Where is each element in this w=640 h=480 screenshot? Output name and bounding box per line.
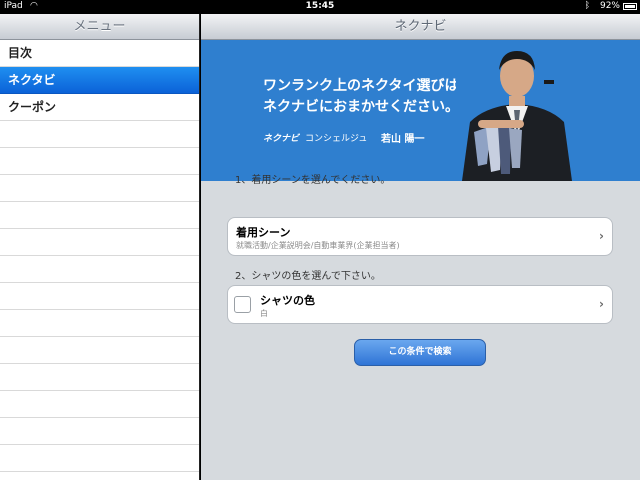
menu-empty-row — [0, 283, 199, 310]
search-button[interactable]: この条件で検索 — [354, 339, 486, 366]
menu-empty-row — [0, 418, 199, 445]
menu-empty-row — [0, 256, 199, 283]
menu-empty-row — [0, 364, 199, 391]
menu-empty-row — [0, 202, 199, 229]
concierge-role: コンシェルジュ — [305, 134, 368, 144]
menu-empty-row — [0, 310, 199, 337]
menu-empty-row — [0, 148, 199, 175]
step1-label: 1、着用シーンを選んでください。 — [235, 175, 391, 186]
chevron-right-icon: › — [599, 297, 604, 311]
menu-empty-row — [0, 445, 199, 472]
shirt-color-cell-value: 白 — [260, 309, 268, 318]
concierge-banner: ワンランク上のネクタイ選びは ネクナビにおまかせください。 ネクナビ コンシェル… — [201, 40, 640, 181]
menu-empty-row — [0, 229, 199, 256]
banner-headline-2: ネクナビにおまかせください。 — [263, 99, 459, 115]
menu-title: メニュー — [0, 14, 199, 40]
shirt-color-cell-title: シャツの色 — [260, 294, 315, 307]
detail-pane: ネクナビ ワンランク上のネクタイ選びは ネクナビにおまかせください。 ネクナビ … — [201, 14, 640, 480]
banner-headline-1: ワンランク上のネクタイ選びは — [263, 78, 459, 94]
scene-cell-value: 就職活動/企業説明会/自動車業界(企業担当者) — [236, 241, 400, 250]
menu-item-coupon[interactable]: クーポン — [0, 94, 199, 121]
detail-title: ネクナビ — [201, 14, 640, 40]
step2-label: 2、シャツの色を選んで下さい。 — [235, 271, 381, 282]
scene-cell-title: 着用シーン — [236, 226, 291, 239]
menu-list: 目次 ネクタビ クーポン — [0, 40, 199, 472]
shirt-color-swatch — [234, 296, 251, 313]
shirt-color-cell[interactable]: シャツの色 白 › — [227, 285, 613, 324]
battery-percent: 92% — [599, 1, 620, 11]
bluetooth-icon: ᛒ — [584, 1, 590, 11]
concierge-photo — [456, 40, 578, 181]
chevron-right-icon: › — [599, 229, 604, 243]
concierge-name: 若山 陽一 — [381, 134, 425, 145]
menu-empty-row — [0, 391, 199, 418]
battery-icon — [623, 3, 637, 10]
menu-empty-row — [0, 121, 199, 148]
clock: 15:45 — [305, 1, 335, 11]
menu-pane: メニュー 目次 ネクタビ クーポン — [0, 14, 200, 480]
scene-cell[interactable]: 着用シーン 就職活動/企業説明会/自動車業界(企業担当者) › — [227, 217, 613, 256]
brand-logo: ネクナビ — [263, 134, 300, 144]
status-bar: iPad ◠ 15:45 ᛒ 92% — [0, 0, 640, 14]
menu-empty-row — [0, 337, 199, 364]
menu-item-contents[interactable]: 目次 — [0, 40, 199, 67]
menu-empty-row — [0, 175, 199, 202]
menu-item-nekunavi[interactable]: ネクタビ — [0, 67, 199, 94]
